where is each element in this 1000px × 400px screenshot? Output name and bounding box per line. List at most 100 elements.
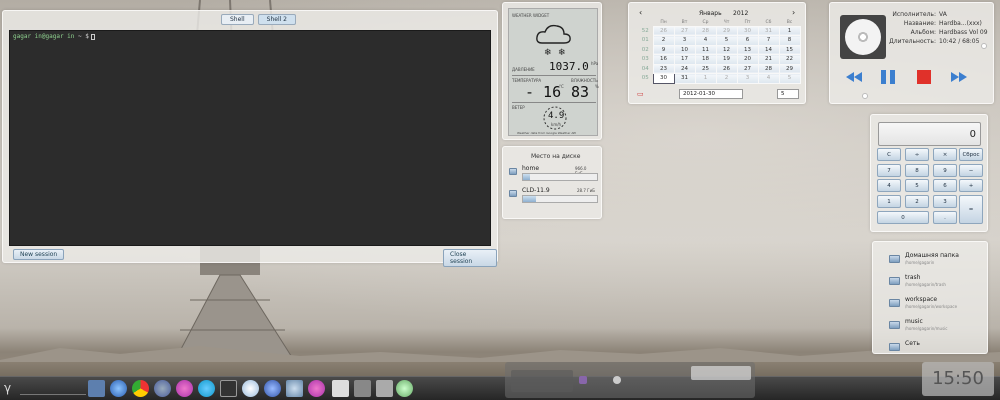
place-item[interactable]: Домашняя папка/home/gagarin [889, 252, 989, 274]
date-input[interactable]: 2012-01-30 [679, 89, 743, 99]
calendar-day[interactable]: 26 [715, 63, 738, 74]
calendar-day[interactable]: 3 [673, 35, 696, 46]
calc-key[interactable]: 9 [933, 164, 957, 177]
calc-key[interactable]: 5 [905, 179, 929, 192]
calendar-day[interactable]: 4 [694, 35, 717, 46]
calendar-day[interactable]: 31 [757, 25, 780, 36]
calendar-day[interactable]: 6 [736, 35, 759, 46]
calendar-day[interactable]: 23 [652, 63, 675, 74]
calendar-day[interactable]: 30 [652, 73, 675, 84]
network-icon[interactable] [396, 380, 413, 397]
chat-icon[interactable] [176, 380, 193, 397]
calendar-day[interactable]: 1 [778, 25, 801, 36]
place-item[interactable]: trash/home/gagarin/trash [889, 274, 989, 296]
calc-key[interactable]: + [959, 179, 983, 192]
calc-key[interactable]: 4 [877, 179, 901, 192]
close-session-button[interactable]: Close session [443, 249, 497, 267]
calc-key[interactable]: 3 [933, 195, 957, 208]
calendar-year[interactable]: 2012 [733, 10, 748, 17]
calc-key[interactable]: 2 [905, 195, 929, 208]
calendar-day[interactable]: 13 [736, 44, 759, 55]
pause-icon[interactable] [880, 69, 896, 85]
calendar-today-icon[interactable]: ▭ [637, 90, 644, 98]
calendar-day[interactable]: 27 [736, 63, 759, 74]
place-item[interactable]: workspace/home/gagarin/workspace [889, 296, 989, 318]
calendar-day[interactable]: 27 [673, 25, 696, 36]
app-menu-icon[interactable]: γ [4, 381, 11, 395]
folder-icon[interactable] [88, 380, 105, 397]
calc-key[interactable]: 8 [905, 164, 929, 177]
stop-icon[interactable] [916, 69, 932, 85]
calc-key[interactable]: 6 [933, 179, 957, 192]
calc-key[interactable]: × [933, 148, 957, 161]
calc-key[interactable]: ÷ [905, 148, 929, 161]
calendar-day[interactable]: 21 [757, 54, 780, 65]
volume-slider[interactable] [980, 39, 988, 81]
skype-icon[interactable] [198, 380, 215, 397]
calendar-day[interactable]: 24 [673, 63, 696, 74]
calendar-day[interactable]: 31 [673, 73, 696, 84]
calc-key[interactable]: − [959, 164, 983, 177]
browser-icon[interactable] [264, 380, 281, 397]
tab-shell-2[interactable]: Shell 2 [257, 14, 297, 25]
calc-key[interactable]: Сброс [959, 148, 983, 161]
calendar-day[interactable]: 22 [778, 54, 801, 65]
volume-icon[interactable] [354, 380, 371, 397]
calendar-day[interactable]: 10 [673, 44, 696, 55]
calendar-day[interactable]: 12 [715, 44, 738, 55]
calendar-day[interactable]: 5 [778, 73, 801, 84]
tray-app-icon[interactable] [579, 376, 587, 384]
calendar-day[interactable]: 20 [736, 54, 759, 65]
calendar-day[interactable]: 2 [715, 73, 738, 84]
calc-key[interactable]: . [933, 211, 957, 224]
terminal-screen[interactable]: gagar in@gagar in ~ $ [9, 30, 491, 246]
calc-key[interactable]: 1 [877, 195, 901, 208]
tool-icon[interactable] [286, 380, 303, 397]
track-progress[interactable] [840, 93, 986, 99]
tab-shell[interactable]: Shell [221, 14, 254, 25]
kde-icon[interactable] [110, 380, 127, 397]
tray-slot[interactable] [511, 370, 573, 392]
globe-icon[interactable] [154, 380, 171, 397]
calendar-day[interactable]: 3 [736, 73, 759, 84]
calendar-day[interactable]: 5 [715, 35, 738, 46]
calendar-day[interactable]: 29 [715, 25, 738, 36]
calendar-day[interactable]: 28 [757, 63, 780, 74]
calendar-day[interactable]: 28 [694, 25, 717, 36]
lock-icon[interactable] [332, 380, 349, 397]
calendar-day[interactable]: 9 [652, 44, 675, 55]
calendar-day[interactable]: 25 [694, 63, 717, 74]
place-item[interactable]: Сеть [889, 340, 989, 362]
calendar-day[interactable]: 17 [673, 54, 696, 65]
clock-app-icon[interactable] [242, 380, 259, 397]
calendar-day[interactable]: 29 [778, 63, 801, 74]
previous-track-icon[interactable] [845, 71, 863, 83]
clock[interactable]: 15:50 [922, 362, 994, 396]
calendar-day[interactable]: 7 [757, 35, 780, 46]
calc-key[interactable]: = [959, 195, 983, 224]
messenger-icon[interactable] [308, 380, 325, 397]
volume-knob[interactable] [981, 43, 987, 49]
calc-key[interactable]: 7 [877, 164, 901, 177]
new-session-button[interactable]: New session [13, 249, 65, 260]
calendar-day[interactable]: 19 [715, 54, 738, 65]
week-spinbox[interactable]: 5 [777, 89, 799, 99]
prev-month-button[interactable]: ‹ [639, 8, 642, 17]
terminal-icon[interactable] [220, 380, 237, 397]
calendar-day[interactable]: 15 [778, 44, 801, 55]
disk-row-cld[interactable]: CLD-11.9 28.7 ГиБ [509, 187, 598, 205]
printer-icon[interactable] [376, 380, 393, 397]
calendar-day[interactable]: 26 [652, 25, 675, 36]
next-track-icon[interactable] [950, 71, 968, 83]
calendar-day[interactable]: 11 [694, 44, 717, 55]
calendar-day[interactable]: 18 [694, 54, 717, 65]
calc-key[interactable]: C [877, 148, 901, 161]
calendar-day[interactable]: 8 [778, 35, 801, 46]
calendar-day[interactable]: 4 [757, 73, 780, 84]
calc-key[interactable]: 0 [877, 211, 929, 224]
calendar-day[interactable]: 16 [652, 54, 675, 65]
tray-slot[interactable] [691, 366, 751, 380]
disk-row-home[interactable]: home 966.0 ГиБ [509, 165, 598, 183]
calendar-month[interactable]: Январь [699, 10, 722, 17]
calendar-day[interactable]: 1 [694, 73, 717, 84]
